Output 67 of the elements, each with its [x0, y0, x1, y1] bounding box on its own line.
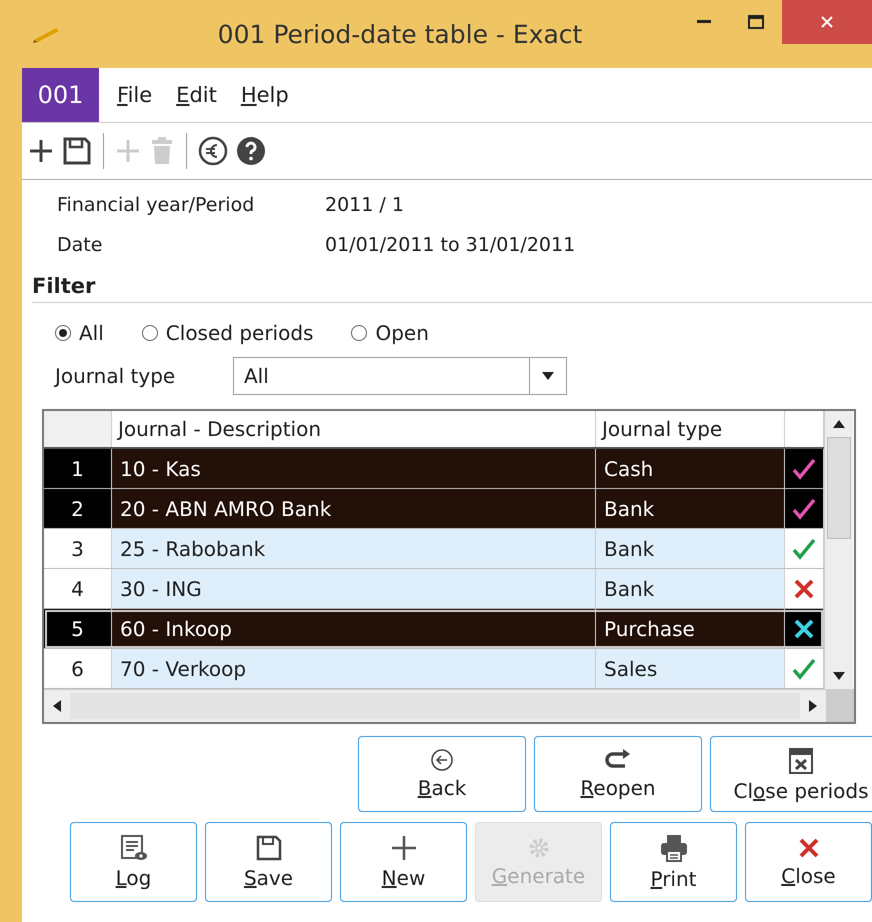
table-cell: 10 - Kas	[112, 449, 596, 488]
action-button[interactable]: Print	[610, 822, 737, 902]
journal-type-dropdown[interactable]: All	[233, 357, 567, 395]
save-button[interactable]	[62, 136, 92, 166]
vertical-scrollbar[interactable]	[824, 411, 853, 689]
action-button[interactable]: Close periods	[710, 736, 872, 812]
table-cell: 70 - Verkoop	[112, 649, 596, 688]
close-icon	[796, 836, 820, 860]
minimize-icon	[697, 20, 711, 24]
scroll-thumb[interactable]	[827, 437, 851, 539]
scroll-right-icon	[809, 700, 817, 712]
log-icon	[120, 834, 148, 862]
scroll-up-icon	[833, 420, 845, 428]
row-number: 6	[44, 649, 112, 688]
field-label: Financial year/Period	[57, 194, 256, 216]
menu-item[interactable]: Edit	[170, 79, 223, 111]
menu-item[interactable]: Help	[234, 79, 295, 111]
table-row[interactable]: 6 70 - Verkoop Sales	[44, 649, 824, 689]
corner-cell	[44, 411, 112, 447]
radio-option[interactable]: Closed periods	[142, 321, 314, 345]
close-icon	[820, 15, 834, 29]
radio-button[interactable]	[351, 325, 368, 341]
menu-item[interactable]: File	[111, 79, 158, 111]
currency-button[interactable]	[198, 136, 228, 166]
table-row[interactable]: 4 30 - ING Bank	[44, 569, 824, 609]
action-button[interactable]: New	[340, 822, 467, 902]
table-row[interactable]: 2 20 - ABN AMRO Bank Bank	[44, 489, 824, 529]
row-number: 3	[44, 529, 112, 568]
table-row[interactable]: 3 25 - Rabobank Bank	[44, 529, 824, 569]
radio-option[interactable]: Open	[351, 321, 429, 345]
field-label: Journal type	[55, 364, 176, 388]
column-header: Journal - Description	[112, 411, 596, 447]
add-button[interactable]	[28, 138, 54, 164]
gear-icon	[526, 836, 550, 860]
field-value: 01/01/2011 to 31/01/2011	[325, 234, 576, 256]
help-button[interactable]	[236, 136, 266, 166]
table-cell: 30 - ING	[112, 569, 596, 608]
row-number: 4	[44, 569, 112, 608]
table-row[interactable]: 1 10 - Kas Cash	[44, 449, 824, 489]
window-title: 001 Period-date table - Exact	[216, 20, 584, 48]
table-cell: 25 - Rabobank	[112, 529, 596, 568]
radio-button[interactable]	[142, 325, 158, 341]
table-cell: 60 - Inkoop	[112, 609, 596, 648]
action-button[interactable]: Save	[205, 822, 332, 902]
calendar-x-icon	[788, 745, 814, 775]
radio-button[interactable]	[55, 325, 71, 341]
table-row[interactable]: 5 60 - Inkoop Purchase	[44, 609, 824, 649]
field-label: Date	[57, 234, 104, 256]
row-number: 2	[44, 489, 112, 528]
action-button[interactable]: Close	[745, 822, 872, 902]
row-number: 1	[44, 449, 112, 488]
horizontal-scrollbar[interactable]	[44, 690, 826, 722]
radio-option[interactable]: All	[55, 321, 104, 345]
section-title: Filter	[32, 274, 96, 298]
scroll-down-icon	[833, 672, 845, 680]
row-number: 5	[44, 609, 112, 648]
maximize-icon	[748, 15, 764, 29]
action-button[interactable]: Back	[358, 736, 526, 812]
scroll-left-icon	[53, 700, 61, 712]
company-badge: 001	[22, 68, 99, 122]
field-value: 2011 / 1	[325, 194, 405, 216]
action-button[interactable]: Reopen	[534, 736, 702, 812]
action-button[interactable]: Log	[70, 822, 197, 902]
printer-icon	[658, 833, 688, 863]
plus-icon	[390, 834, 418, 862]
table-cell: 20 - ABN AMRO Bank	[112, 489, 596, 528]
dropdown-arrow-icon	[542, 372, 554, 380]
